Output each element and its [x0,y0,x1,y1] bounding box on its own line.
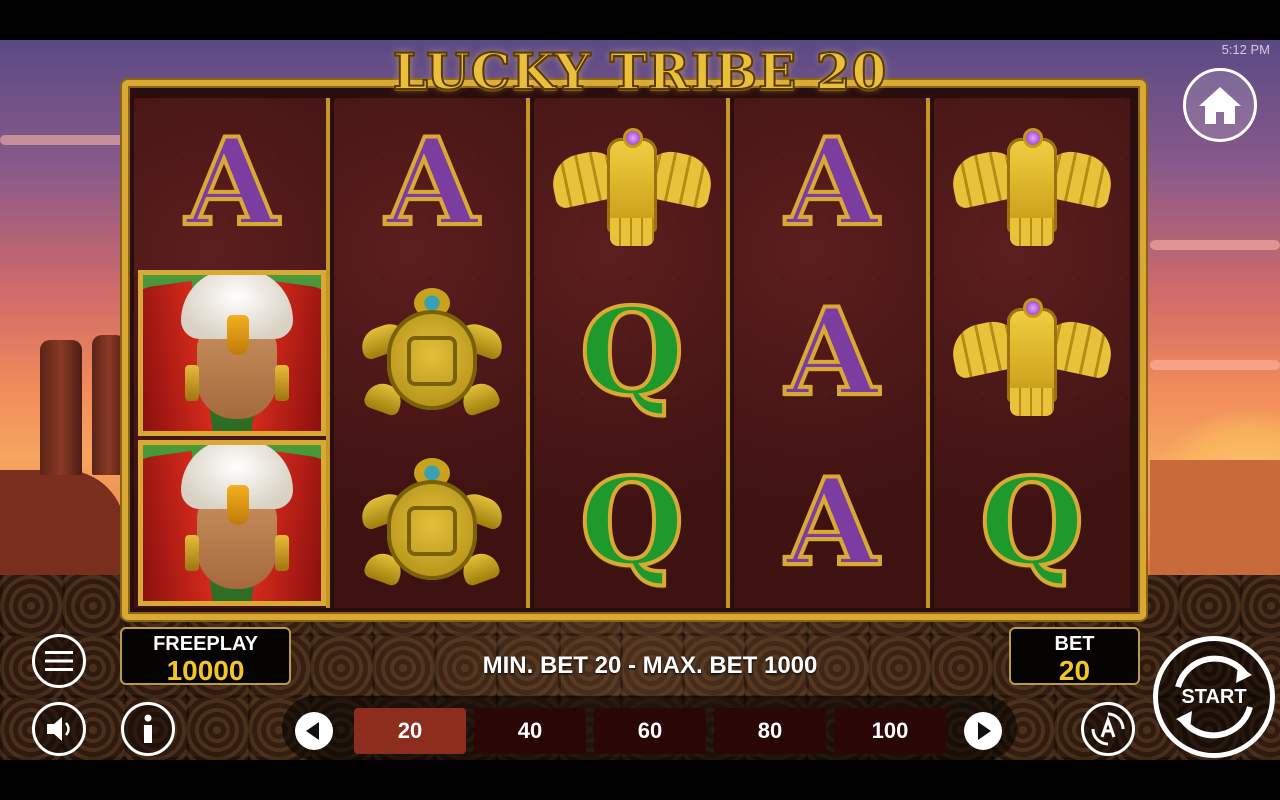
reel-cell: A [734,98,930,268]
symbol-eagle-totem [547,118,717,248]
top-letterbox [0,0,1280,40]
bet-panel: BET 20 [1009,627,1140,686]
reel-2: A [334,98,530,608]
info-button[interactable] [121,702,175,756]
symbol-a: A [783,112,880,253]
symbol-turtle [352,458,512,588]
reel-cell: A [134,98,330,268]
menu-button[interactable] [32,634,86,688]
reel-cell [134,268,330,438]
reel-cell [334,268,530,438]
symbol-eagle-totem [947,288,1117,418]
symbol-a: A [783,452,880,593]
reel-cell: A [734,438,930,608]
reel-1: A [134,98,330,608]
symbol-a: A [183,112,280,253]
reel-cell: Q [534,268,730,438]
reel-cell [334,438,530,608]
symbol-q: Q [578,452,687,593]
reel-cell [934,98,1130,268]
bet-limits-text: MIN. BET 20 - MAX. BET 1000 [482,652,818,679]
bottom-letterbox [0,760,1280,800]
symbol-a: A [383,112,480,253]
symbol-chief [138,270,326,436]
symbol-chief [138,440,326,606]
arrow-left-icon [306,722,319,740]
credits-panel: FREEPLAY 10000 [120,627,291,686]
home-icon [1199,87,1241,124]
reel-cell [934,268,1130,438]
credits-value: 10000 [166,655,245,686]
pyramid-building [1150,460,1280,580]
symbol-q: Q [978,452,1087,593]
cloud [1150,360,1280,370]
speaker-icon [47,717,70,741]
status-clock: 5:12 PM [1221,42,1270,57]
bet-label: BET [1054,633,1095,655]
start-button[interactable]: START [1153,636,1275,758]
arrow-right-icon [978,722,991,740]
bet-option-100[interactable]: 100 [834,708,946,754]
reel-cell: Q [934,438,1130,608]
autoplay-icon [1091,712,1125,746]
reel-frame: A A Q Q A A A Q [122,80,1146,620]
bet-prev-button[interactable] [295,712,333,750]
hill [0,470,125,580]
symbol-q: Q [578,282,687,423]
moai-statue [92,335,126,475]
game-title: LUCKY TRIBE 20 [392,41,888,102]
autoplay-button[interactable] [1081,702,1135,756]
reel-3: Q Q [534,98,730,608]
hamburger-icon [45,651,73,671]
bet-option-60[interactable]: 60 [594,708,706,754]
symbol-a: A [783,282,880,423]
home-button[interactable] [1183,68,1257,142]
reel-5: Q [934,98,1130,608]
bet-option-40[interactable]: 40 [474,708,586,754]
reel-4: A A A [734,98,930,608]
reel-cell [534,98,730,268]
info-icon [144,714,152,743]
reel-cell: A [734,268,930,438]
symbol-eagle-totem [947,118,1117,248]
reel-cell: A [334,98,530,268]
bet-option-20[interactable]: 20 [354,708,466,754]
spin-arrows-icon [1175,655,1253,739]
bet-next-button[interactable] [964,712,1002,750]
reel-cell: Q [534,438,730,608]
bet-value: 20 [1058,655,1091,686]
symbol-turtle [352,288,512,418]
moai-statue [40,340,82,475]
reel-cell [134,438,330,608]
sound-button[interactable] [32,702,86,756]
credits-label: FREEPLAY [153,633,258,655]
cloud [1150,240,1280,250]
bet-option-80[interactable]: 80 [714,708,826,754]
